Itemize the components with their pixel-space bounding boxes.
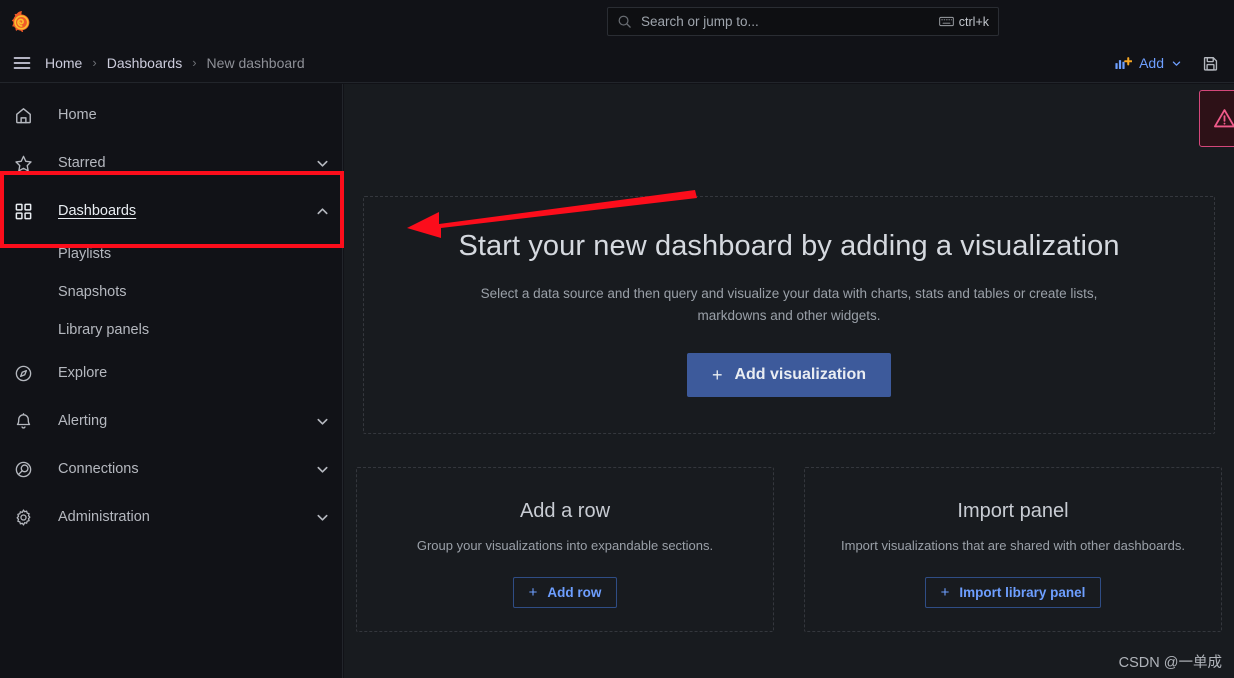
grafana-app-window: Search or jump to... ctrl+k Home › Dashb… [0,0,1234,678]
import-panel-card-title: Import panel [957,500,1069,522]
hamburger-menu-button[interactable] [0,43,44,83]
sidebar-subitem-library-panels[interactable]: Library panels [0,311,342,349]
hamburger-menu-icon [13,56,31,69]
add-visualization-icon [1115,56,1133,69]
sidebar-item-alerting[interactable]: Alerting [0,397,342,445]
gear-icon [10,504,36,530]
grafana-logo[interactable] [0,0,44,43]
import-library-panel-button-label: Import library panel [959,585,1086,600]
sidebar-subitem-label: Snapshots [58,284,127,300]
sidebar-item-administration[interactable]: Administration [0,493,342,541]
apps-grid-icon [10,198,36,224]
chevron-down-icon[interactable] [315,510,330,525]
sidebar-subitem-label: Library panels [58,322,150,338]
sidebar-item-label: Starred [58,155,106,171]
sidebar-item-dashboards[interactable]: Dashboards [0,187,342,235]
plus-icon: + [528,584,538,601]
import-panel-card: Import panel Import visualizations that … [804,467,1222,632]
bell-icon [10,408,36,434]
sidebar-item-label: Explore [58,365,108,381]
empty-dashboard-title: Start your new dashboard by adding a vis… [458,230,1120,262]
add-visualization-button-label: Add visualization [734,366,867,383]
dashboard-action-cards: Add a row Group your visualizations into… [356,467,1222,632]
top-bar: Search or jump to... ctrl+k [0,0,1234,43]
keyboard-icon [938,16,954,27]
nav-bar-actions: Add [1107,43,1226,83]
breadcrumb-item-dashboards[interactable]: Dashboards [106,55,184,71]
breadcrumb-separator: › [92,55,97,70]
sidebar-item-label: Administration [58,509,150,525]
chevron-down-icon[interactable] [315,156,330,171]
warning-triangle-icon [1214,109,1234,128]
sidebar-item-label: Home [58,107,97,123]
add-row-card-subtitle: Group your visualizations into expandabl… [416,538,714,553]
import-library-panel-button[interactable]: + Import library panel [924,577,1102,608]
sidebar-item-connections[interactable]: Connections [0,445,342,493]
search-icon [618,15,631,28]
add-button-label: Add [1139,55,1164,71]
add-row-card: Add a row Group your visualizations into… [356,467,774,632]
plus-icon: + [940,584,950,601]
search-placeholder-text: Search or jump to... [641,14,759,29]
save-dashboard-button[interactable] [1194,47,1226,79]
breadcrumb: Home › Dashboards › New dashboard [44,55,306,71]
add-row-button-label: Add row [547,585,602,600]
error-toast-notification[interactable] [1199,90,1234,147]
import-panel-card-subtitle: Import visualizations that are shared wi… [841,538,1185,553]
breadcrumb-item-home[interactable]: Home [44,55,83,71]
chevron-up-icon[interactable] [315,204,330,219]
dashboard-canvas: Start your new dashboard by adding a vis… [344,84,1234,678]
breadcrumb-item-new-dashboard: New dashboard [206,54,305,71]
sidebar-subitem-label: Playlists [58,246,112,262]
global-search-input[interactable]: Search or jump to... ctrl+k [607,7,999,36]
grafana-logo-icon [11,11,30,33]
chevron-down-icon[interactable] [315,414,330,429]
sidebar-item-starred[interactable]: Starred [0,139,342,187]
nav-bar: Home › Dashboards › New dashboard Add [0,43,1234,83]
empty-dashboard-panel: Start your new dashboard by adding a vis… [363,196,1215,434]
empty-dashboard-subtitle: Select a data source and then query and … [480,286,1098,323]
save-disk-icon [1203,56,1217,71]
sidebar-item-home[interactable]: Home [0,91,342,139]
add-row-button[interactable]: + Add row [512,577,618,608]
sidebar-subitem-playlists[interactable]: Playlists [0,235,342,273]
search-shortcut-label: ctrl+k [958,14,989,29]
search-shortcut-hint: ctrl+k [938,14,989,29]
sidebar-item-label: Dashboards [58,203,137,219]
connections-icon [10,456,36,482]
home-icon [10,102,36,128]
sidebar-item-label: Connections [58,461,139,477]
breadcrumb-separator: › [192,55,197,70]
sidebar-subitem-snapshots[interactable]: Snapshots [0,273,342,311]
chevron-down-icon[interactable] [315,462,330,477]
star-icon [10,150,36,176]
sidebar-item-label: Alerting [58,413,108,429]
add-row-card-title: Add a row [519,500,611,522]
add-button[interactable]: Add [1107,51,1190,75]
add-visualization-button[interactable]: + Add visualization [686,353,892,397]
compass-icon [10,360,36,386]
sidebar-navigation: Home Starred Dashboards Playlists Snapsh… [0,84,343,678]
sidebar-item-explore[interactable]: Explore [0,349,342,397]
watermark-text: CSDN @一单成 [1118,655,1222,671]
plus-icon: + [711,365,723,385]
chevron-down-icon [1172,61,1181,66]
